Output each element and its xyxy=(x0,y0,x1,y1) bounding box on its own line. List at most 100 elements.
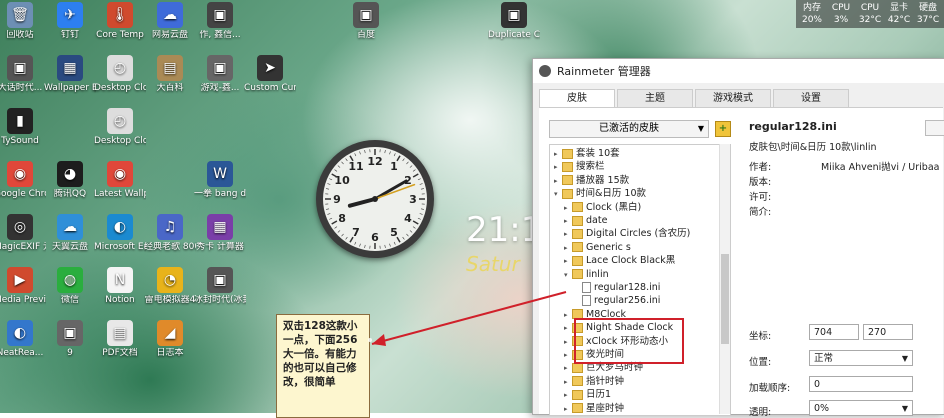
tree-folder-item[interactable]: ▸Lace Clock Black黑 xyxy=(564,254,675,267)
tree-scrollbar[interactable] xyxy=(719,144,730,414)
desktop-icon[interactable]: ▦Wallpaper Engine:... xyxy=(44,55,96,94)
clock-number: 10 xyxy=(334,174,350,187)
expand-icon[interactable]: ▸ xyxy=(564,362,572,375)
app-icon: ▮ xyxy=(7,108,33,134)
expand-icon[interactable]: ▸ xyxy=(564,389,572,402)
tree-folder-item[interactable]: ▸播放器 15款 xyxy=(554,174,629,187)
scrollbar-thumb[interactable] xyxy=(721,254,729,344)
tree-folder-item[interactable]: ▸日历1 xyxy=(564,388,611,401)
desktop-icon[interactable]: ◴Desktop Clock-7 xyxy=(94,55,146,94)
expand-icon[interactable]: ▸ xyxy=(564,202,572,215)
expand-icon[interactable]: ▸ xyxy=(554,161,562,174)
desktop-icon[interactable]: ▮TySound xyxy=(0,108,46,147)
desktop-icon[interactable]: ▦秀卡 计算器 xyxy=(194,214,246,253)
active-skins-dropdown[interactable]: 已激活的皮肤 ▼ xyxy=(549,120,709,138)
collapse-icon[interactable]: ▾ xyxy=(564,269,572,282)
desktop-icon[interactable]: 🗑回收站 xyxy=(0,2,46,41)
expand-icon[interactable]: ▸ xyxy=(564,215,572,228)
x-coord-input[interactable]: 704 xyxy=(809,324,859,340)
clock-tick xyxy=(390,244,391,247)
desktop-icon[interactable]: ▣作, 鑫信... xyxy=(194,2,246,41)
load-order-input[interactable]: 0 xyxy=(809,376,913,392)
desktop-icon[interactable]: ◍微信 xyxy=(44,267,96,306)
clock-tick xyxy=(410,166,412,168)
tree-folder-item[interactable]: ▸ 套装 10套 xyxy=(554,147,620,160)
expand-icon[interactable]: ▸ xyxy=(564,309,572,322)
meta-version-label: 版本: xyxy=(749,174,771,188)
desktop-icon[interactable]: ☁网易云盘 xyxy=(144,2,196,41)
expand-icon[interactable]: ▸ xyxy=(564,322,572,335)
desktop-icon[interactable]: ◎MagicEXIF 元数据编... xyxy=(0,214,46,253)
expand-icon[interactable]: ▸ xyxy=(564,242,572,255)
desktop-icon[interactable]: ✈钉钉 xyxy=(44,2,96,41)
desktop-icon[interactable]: ◕腾讯QQ xyxy=(44,161,96,200)
desktop-icon[interactable]: ◉Latest Wallpap... xyxy=(94,161,146,200)
desktop-icon[interactable]: ▣冰封时代(冰封时代... xyxy=(194,267,246,306)
tree-folder-item[interactable]: ▸Generic s xyxy=(564,241,631,254)
desktop-icon[interactable]: ▣Duplicate Cleaner... xyxy=(488,2,540,41)
desktop-icon[interactable]: W一拳 bang du1.docx xyxy=(194,161,246,200)
analog-clock-widget[interactable]: 121234567891011 xyxy=(316,140,434,258)
expand-icon[interactable]: ▸ xyxy=(554,148,562,161)
desktop-icon-label: 钉钉 xyxy=(44,30,96,41)
add-skin-icon[interactable]: + xyxy=(715,121,731,137)
tree-folder-item[interactable]: ▸date xyxy=(564,214,607,227)
clock-tick xyxy=(360,244,361,247)
desktop-icon[interactable]: ▤大百科 xyxy=(144,55,196,94)
tree-folder-item[interactable]: ▸搜索栏 xyxy=(554,160,605,173)
expand-icon[interactable]: ▸ xyxy=(564,228,572,241)
tab-settings[interactable]: 设置 xyxy=(773,89,849,107)
position-select[interactable]: 正常 ▼ xyxy=(809,350,913,366)
sysmon-label: CPU xyxy=(827,2,855,14)
tree-folder-item[interactable]: ▸Clock (黑白) xyxy=(564,201,641,214)
expand-icon[interactable]: ▸ xyxy=(554,175,562,188)
desktop-icon[interactable]: ▣游戏-鑫... xyxy=(194,55,246,94)
window-titlebar[interactable]: Rainmeter 管理器 xyxy=(533,59,944,83)
expand-icon[interactable]: ▸ xyxy=(564,349,572,362)
desktop-icon-label: Media Preview... xyxy=(0,295,46,306)
transparency-select[interactable]: 0% ▼ xyxy=(809,400,913,416)
desktop-icon[interactable]: ◔雷电模拟器4 xyxy=(144,267,196,306)
tree-file-item[interactable]: regular128.ini xyxy=(574,281,660,294)
desktop-icon[interactable]: 🌡Core Temp xyxy=(94,2,146,41)
skin-action-button[interactable] xyxy=(925,120,944,136)
app-icon: ▣ xyxy=(7,55,33,81)
tab-game-mode[interactable]: 游戏模式 xyxy=(695,89,771,107)
desktop-icon[interactable]: NNotion xyxy=(94,267,146,306)
tab-skins[interactable]: 皮肤 xyxy=(539,89,615,107)
desktop-icon[interactable]: ♫经典老歌 800首M... xyxy=(144,214,196,253)
tree-file-item[interactable]: regular256.ini xyxy=(574,294,660,307)
expand-icon[interactable]: ▸ xyxy=(564,403,572,416)
collapse-icon[interactable]: ▾ xyxy=(554,188,562,201)
y-coord-input[interactable]: 270 xyxy=(863,324,913,340)
desktop-icon[interactable]: ➤Custom Cursor xyxy=(244,55,296,94)
app-icon: ☁ xyxy=(157,2,183,28)
desktop-icon[interactable]: ▶Media Preview... xyxy=(0,267,46,306)
tree-folder-item[interactable]: ▸指针时钟 xyxy=(564,375,624,388)
meta-license-label: 许可: xyxy=(749,189,771,203)
desktop-icon[interactable]: ◢日志本 xyxy=(144,320,196,359)
tree-folder-item[interactable]: ▸Digital Circles (含农历) xyxy=(564,227,690,240)
clock-tick xyxy=(403,159,405,161)
desktop-icon[interactable]: ◐NeatRea... xyxy=(0,320,46,359)
tab-themes[interactable]: 主题 xyxy=(617,89,693,107)
clock-tick xyxy=(365,245,366,248)
clock-number: 12 xyxy=(367,155,382,168)
desktop-icon[interactable]: ▣百度 xyxy=(340,2,392,41)
app-icon: ◴ xyxy=(107,55,133,81)
expand-icon[interactable]: ▸ xyxy=(564,376,572,389)
window-title: Rainmeter 管理器 xyxy=(557,63,651,79)
tree-item-label: 套装 10套 xyxy=(576,148,620,159)
desktop-icon[interactable]: ▣大话时代... xyxy=(0,55,46,94)
tree-folder-item[interactable]: ▾linlin xyxy=(564,268,609,281)
desktop-icon[interactable]: ☁天翼云盘 xyxy=(44,214,96,253)
expand-icon[interactable]: ▸ xyxy=(564,336,572,349)
desktop-icon[interactable]: ◐Microsoft Edge xyxy=(94,214,146,253)
tree-folder-item[interactable]: ▾时间&日历 10款 xyxy=(554,187,646,200)
expand-icon[interactable]: ▸ xyxy=(564,255,572,268)
desktop-icon[interactable]: ◴Desktop Clock xyxy=(94,108,146,147)
desktop-icon[interactable]: ◉Google Chrome xyxy=(0,161,46,200)
desktop-icon[interactable]: ▣9 xyxy=(44,320,96,359)
desktop-icon-label: Desktop Clock xyxy=(94,136,146,147)
desktop-icon[interactable]: ▤PDF文档 xyxy=(94,320,146,359)
